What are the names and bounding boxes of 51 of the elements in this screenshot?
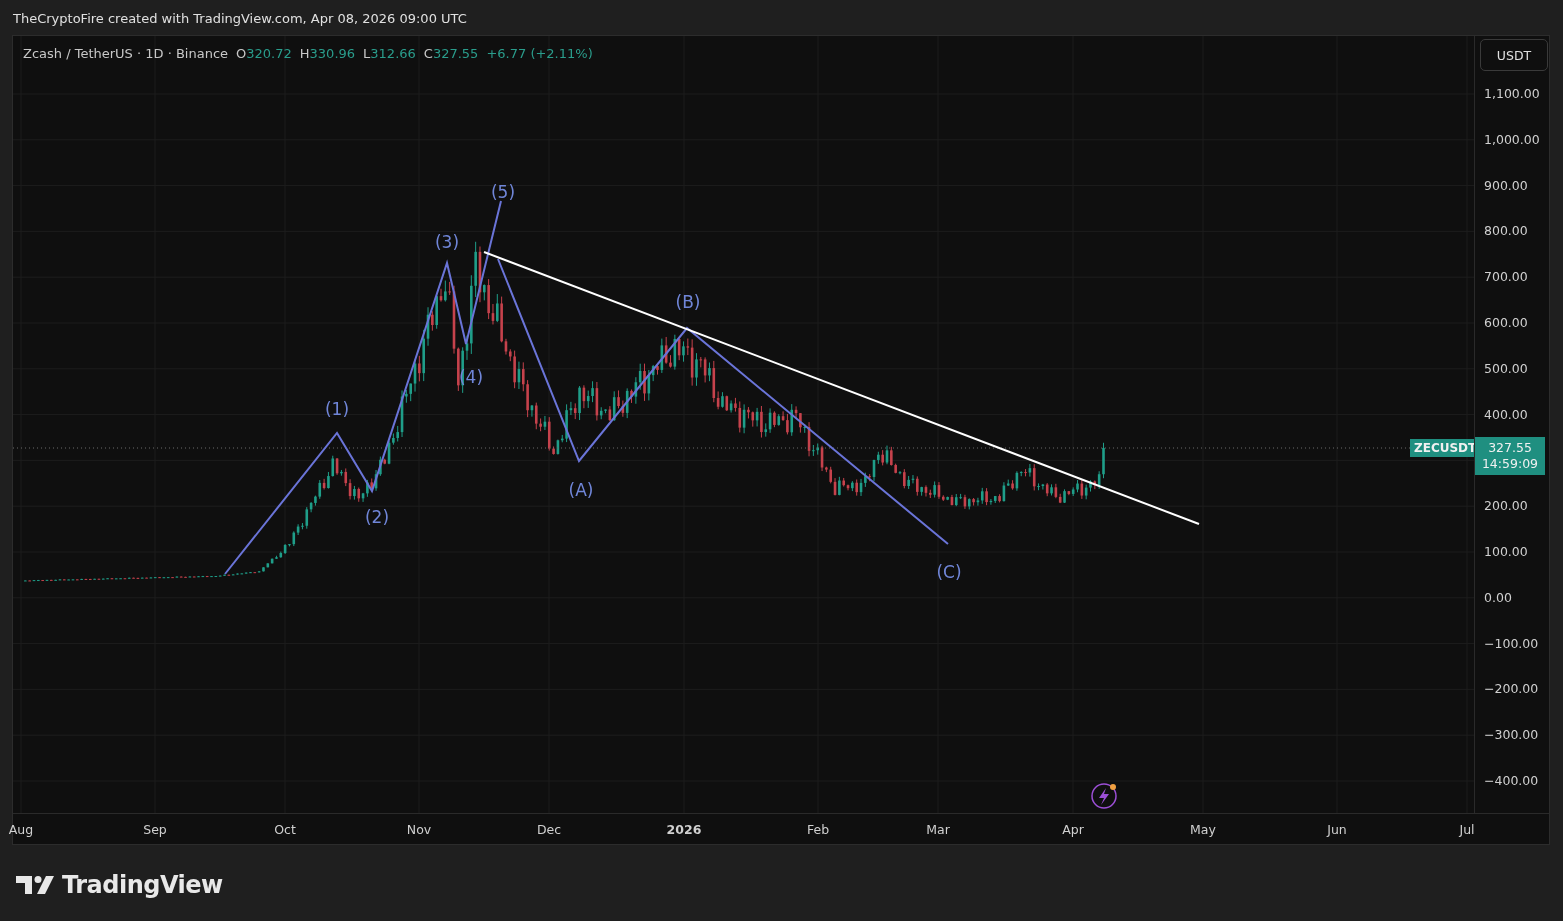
- price-change: +6.77 (+2.11%): [486, 46, 593, 61]
- date-label: Nov: [406, 822, 432, 837]
- wave-label: (C): [936, 562, 962, 582]
- wave-label: (5): [490, 182, 516, 202]
- price-label: 700.00: [1484, 269, 1528, 285]
- price-label: −200.00: [1484, 681, 1539, 697]
- price-label: 1,000.00: [1484, 131, 1540, 147]
- wave-label: (2): [364, 507, 390, 527]
- ohlc-label: L: [363, 46, 371, 61]
- date-label: Aug: [8, 822, 34, 837]
- price-label: 1,100.00: [1484, 86, 1540, 101]
- wave-label: (B): [675, 292, 701, 312]
- price-label: 200.00: [1484, 498, 1528, 514]
- date-label: Jul: [1459, 822, 1475, 837]
- price-label: 100.00: [1484, 544, 1528, 559]
- last-price: 327.55: [1488, 440, 1532, 456]
- date-label: Feb: [806, 822, 830, 837]
- wave-label: (A): [568, 480, 594, 500]
- ohlc-label: C: [423, 46, 433, 61]
- ohlc-label: H: [299, 46, 310, 61]
- price-label: −400.00: [1484, 773, 1539, 788]
- logo-wordmark: TradingView: [62, 871, 223, 899]
- ohlc-value: 320.72: [246, 46, 292, 61]
- date-label: Mar: [926, 822, 950, 837]
- price-label: −100.00: [1484, 635, 1539, 651]
- ohlc-value: 312.66: [370, 46, 416, 61]
- logo-icon: [16, 874, 56, 896]
- currency-button[interactable]: USDT: [1480, 39, 1548, 71]
- date-label: 2026: [666, 822, 702, 837]
- date-label: Sep: [143, 822, 167, 837]
- price-label: 0.00: [1484, 589, 1512, 605]
- price-label: 900.00: [1484, 177, 1528, 193]
- chart-caption: TheCryptoFire created with TradingView.com, Apr 08, 2026 09:00 UTC: [12, 10, 468, 28]
- date-label: Apr: [1062, 822, 1084, 837]
- wave-label: (3): [434, 232, 460, 252]
- symbol-title[interactable]: Zcash / TetherUS · 1D · Binance: [23, 46, 229, 61]
- price-label: −300.00: [1484, 727, 1539, 743]
- price-label: 600.00: [1484, 315, 1528, 330]
- countdown-timer: 14:59:09: [1481, 456, 1539, 472]
- ohlc-value: 327.55: [432, 46, 479, 61]
- date-label: Jun: [1327, 822, 1347, 837]
- date-label: Oct: [274, 822, 296, 837]
- date-label: Dec: [536, 822, 562, 837]
- wave-label: (1): [324, 399, 350, 419]
- date-label: May: [1190, 822, 1216, 837]
- price-label: 400.00: [1484, 406, 1528, 422]
- ohlc-label: O: [236, 46, 247, 61]
- lightning-icon[interactable]: [1091, 783, 1117, 809]
- price-label: 500.00: [1484, 360, 1528, 376]
- price-label: 800.00: [1484, 223, 1528, 239]
- ohlc-value: 330.96: [309, 46, 356, 61]
